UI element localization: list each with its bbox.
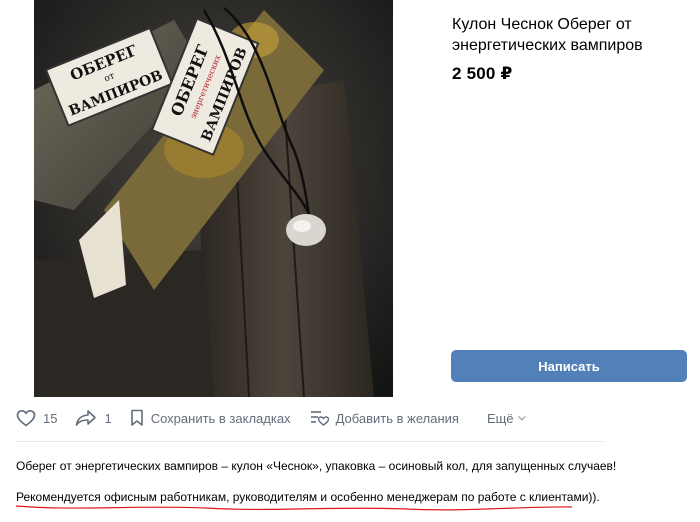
bookmark-icon: [130, 409, 143, 426]
product-price: 2 500 ₽: [452, 64, 513, 83]
share-button[interactable]: 1: [75, 409, 112, 427]
red-underline-annotation: [16, 505, 573, 511]
product-photo-image: ОБЕРЕГ от ВАМПИРОВ ОБЕРЕГ энергетических…: [34, 0, 393, 397]
product-photo-area: ОБЕРЕГ от ВАМПИРОВ ОБЕРЕГ энергетических…: [0, 0, 441, 397]
write-button[interactable]: Написать: [451, 350, 687, 382]
add-to-wishlist-button[interactable]: Добавить в желания: [309, 409, 459, 427]
product-title: Кулон Чеснок Оберег от энергетических ва…: [452, 16, 643, 54]
description-line-1: Оберег от энергетических вампиров – куло…: [16, 459, 617, 473]
wishlist-label: Добавить в желания: [335, 410, 459, 426]
save-bookmark-button[interactable]: Сохранить в закладках: [130, 409, 291, 427]
like-button[interactable]: 15: [16, 409, 57, 427]
more-button[interactable]: Ещё: [487, 411, 527, 426]
product-photo[interactable]: ОБЕРЕГ от ВАМПИРОВ ОБЕРЕГ энергетических…: [34, 0, 393, 397]
wishlist-icon: [310, 411, 329, 426]
action-bar: 15 1 Сохранить в закладках Добавить в же…: [16, 405, 527, 431]
chevron-down-icon: [517, 415, 526, 421]
save-bookmark-label: Сохранить в закладках: [150, 410, 291, 426]
shares-count: 1: [104, 410, 112, 426]
heart-icon: [16, 409, 36, 427]
product-info: Кулон Чеснок Оберег от энергетических ва…: [452, 14, 692, 84]
divider: [16, 441, 604, 442]
share-arrow-icon: [76, 410, 97, 426]
more-label: Ещё: [486, 410, 514, 426]
likes-count: 15: [43, 410, 58, 426]
